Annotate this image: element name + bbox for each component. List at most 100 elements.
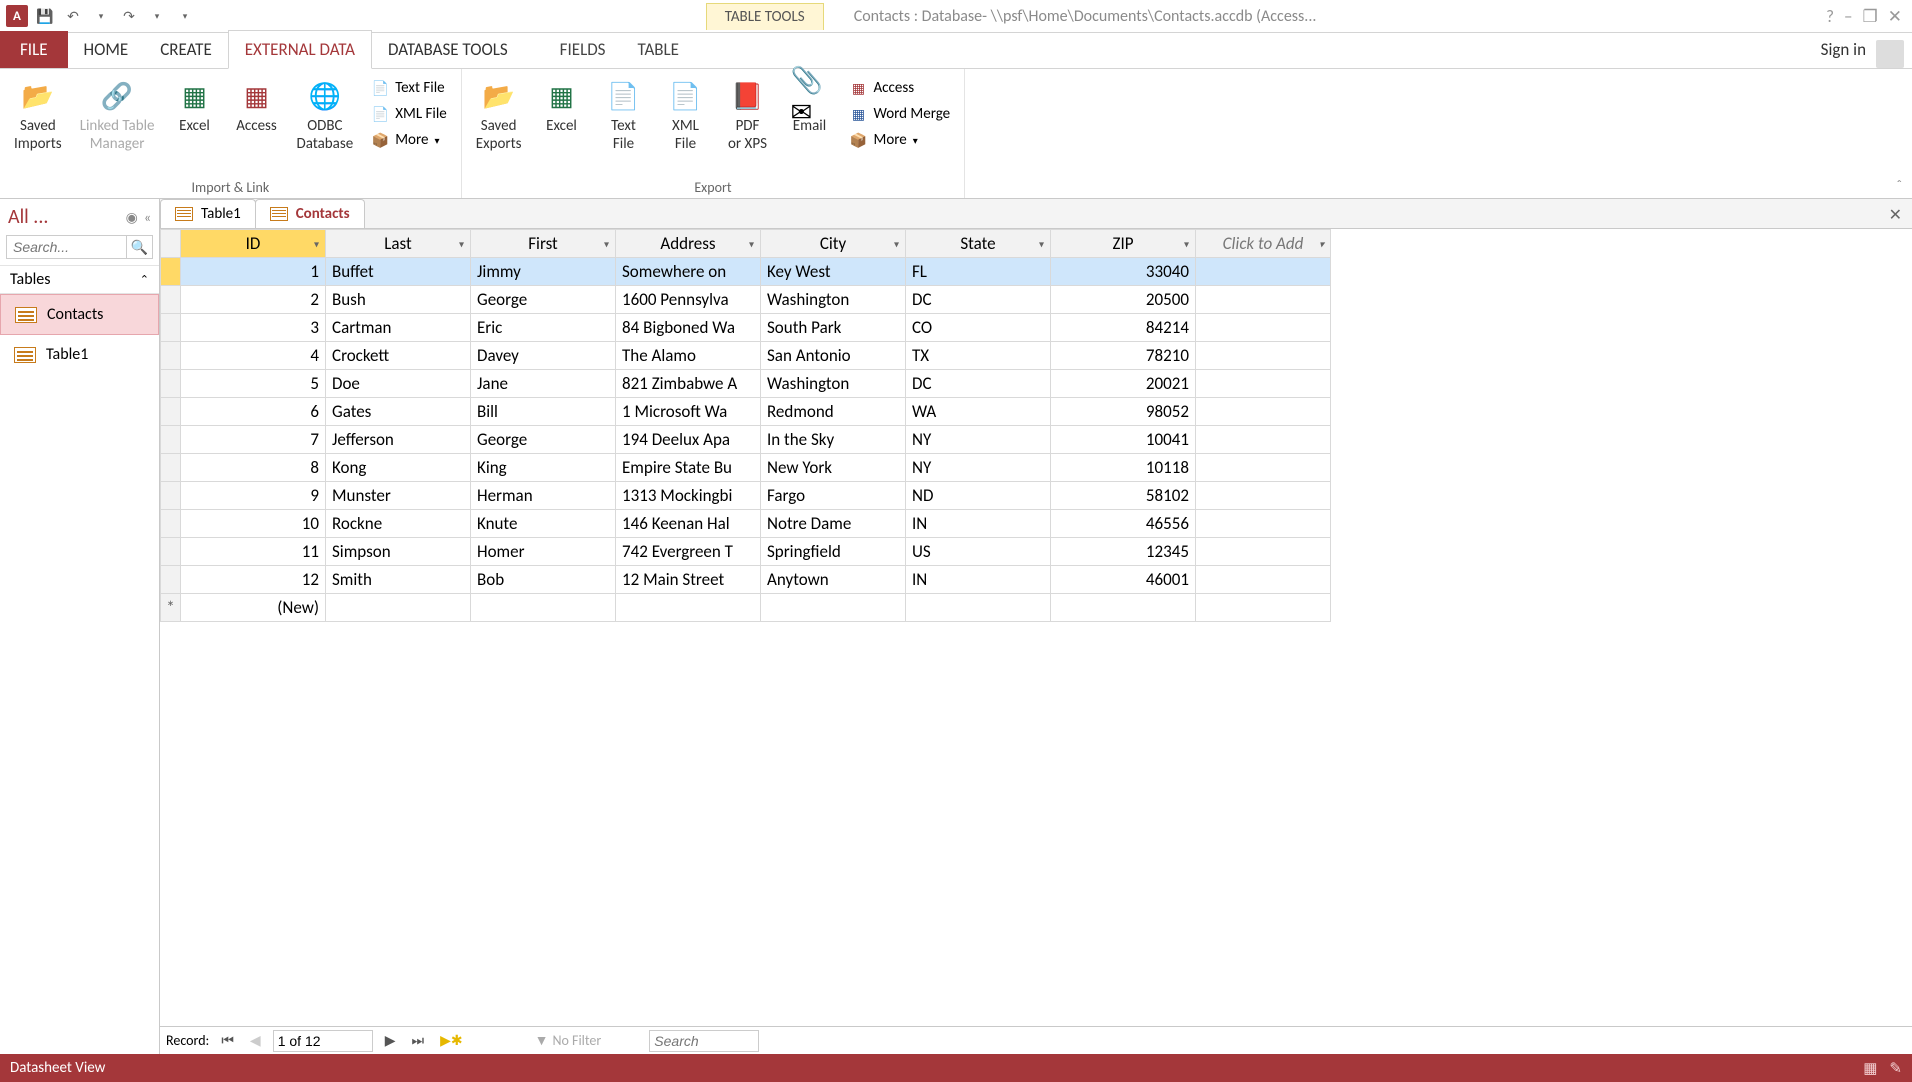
cell[interactable]: TX <box>906 342 1051 370</box>
doc-tab-contacts[interactable]: Contacts <box>255 199 365 228</box>
row-selector[interactable] <box>161 454 181 482</box>
cell[interactable]: 194 Deelux Apa <box>616 426 761 454</box>
cell[interactable]: Davey <box>471 342 616 370</box>
column-header-first[interactable]: First▾ <box>471 230 616 258</box>
cell[interactable]: Gates <box>326 398 471 426</box>
design-view-icon[interactable]: ✎ <box>1889 1059 1902 1078</box>
nav-search-button[interactable]: 🔍 <box>127 235 153 259</box>
cell[interactable]: Cartman <box>326 314 471 342</box>
cell[interactable]: Bush <box>326 286 471 314</box>
add-column-header[interactable]: Click to Add▾ <box>1196 230 1331 258</box>
row-selector[interactable] <box>161 482 181 510</box>
doc-tab-table1[interactable]: Table1 <box>160 199 256 228</box>
cell[interactable]: George <box>471 286 616 314</box>
import-excel-button[interactable]: ▦ Excel <box>167 73 223 139</box>
odbc-database-button[interactable]: 🌐 ODBC Database <box>291 73 360 157</box>
export-excel-button[interactable]: ▦ Excel <box>534 73 590 139</box>
cell[interactable]: 12 <box>181 566 326 594</box>
table-row[interactable]: 5DoeJane821 Zimbabwe AWashingtonDC20021 <box>161 370 1331 398</box>
cell[interactable] <box>1196 398 1331 426</box>
row-selector[interactable] <box>161 286 181 314</box>
cell[interactable]: 1313 Mockingbi <box>616 482 761 510</box>
record-search-input[interactable] <box>649 1030 759 1052</box>
filter-indicator[interactable]: ▼ No Filter <box>535 1032 602 1049</box>
minimize-icon[interactable]: – <box>1844 6 1852 27</box>
user-avatar-icon[interactable] <box>1876 40 1904 68</box>
cell[interactable]: NY <box>906 426 1051 454</box>
new-record-indicator-icon[interactable]: * <box>161 594 181 622</box>
cell[interactable]: ND <box>906 482 1051 510</box>
word-merge-button[interactable]: ▦ Word Merge <box>844 103 957 125</box>
cell[interactable] <box>616 594 761 622</box>
cell[interactable]: 4 <box>181 342 326 370</box>
cell[interactable]: 1 <box>181 258 326 286</box>
cell[interactable]: 12345 <box>1051 538 1196 566</box>
column-header-last[interactable]: Last▾ <box>326 230 471 258</box>
datasheet-grid[interactable]: ID▾Last▾First▾Address▾City▾State▾ZIP▾Cli… <box>160 229 1912 1026</box>
nav-prev-icon[interactable]: ◀ <box>246 1032 265 1049</box>
cell[interactable]: Rockne <box>326 510 471 538</box>
table-row[interactable]: 1BuffetJimmySomewhere on Key WestFL33040 <box>161 258 1331 286</box>
export-more-button[interactable]: 📦 More ▾ <box>844 129 957 151</box>
cell[interactable]: IN <box>906 510 1051 538</box>
saved-imports-button[interactable]: 📂 Saved Imports <box>8 73 68 157</box>
cell[interactable]: Somewhere on <box>616 258 761 286</box>
tab-external-data[interactable]: EXTERNAL DATA <box>228 30 372 69</box>
cell[interactable]: Munster <box>326 482 471 510</box>
nav-last-icon[interactable]: ⏭ <box>407 1032 428 1049</box>
cell[interactable]: 5 <box>181 370 326 398</box>
cell[interactable]: 12 Main Street <box>616 566 761 594</box>
cell[interactable]: Washington <box>761 370 906 398</box>
cell[interactable]: Fargo <box>761 482 906 510</box>
export-access-button[interactable]: ▦ Access <box>844 77 957 99</box>
table-row[interactable]: 9MunsterHerman1313 MockingbiFargoND58102 <box>161 482 1331 510</box>
cell[interactable] <box>1196 286 1331 314</box>
cell[interactable]: FL <box>906 258 1051 286</box>
cell[interactable] <box>1196 482 1331 510</box>
nav-section-tables[interactable]: Tables ⌃ <box>0 265 159 294</box>
row-selector[interactable] <box>161 510 181 538</box>
undo-icon[interactable]: ↶ <box>62 5 84 27</box>
import-text-file-button[interactable]: 📄 Text File <box>365 77 453 99</box>
row-selector[interactable] <box>161 398 181 426</box>
cell[interactable]: Redmond <box>761 398 906 426</box>
export-pdf-button[interactable]: 📕 PDF or XPS <box>720 73 776 157</box>
cell[interactable]: 8 <box>181 454 326 482</box>
table-row[interactable]: 8KongKingEmpire State BuNew YorkNY10118 <box>161 454 1331 482</box>
cell[interactable]: Anytown <box>761 566 906 594</box>
cell[interactable]: 33040 <box>1051 258 1196 286</box>
cell[interactable]: 10041 <box>1051 426 1196 454</box>
cell[interactable]: South Park <box>761 314 906 342</box>
column-dropdown-icon[interactable]: ▾ <box>459 237 464 250</box>
select-all-header[interactable] <box>161 230 181 258</box>
column-dropdown-icon[interactable]: ▾ <box>749 237 754 250</box>
cell[interactable]: 46001 <box>1051 566 1196 594</box>
record-position-input[interactable] <box>273 1030 373 1052</box>
cell[interactable]: Herman <box>471 482 616 510</box>
nav-item-contacts[interactable]: Contacts <box>0 294 159 335</box>
cell[interactable]: 58102 <box>1051 482 1196 510</box>
cell[interactable]: DC <box>906 370 1051 398</box>
cell[interactable]: Knute <box>471 510 616 538</box>
cell[interactable]: 10 <box>181 510 326 538</box>
cell[interactable]: Bill <box>471 398 616 426</box>
cell[interactable]: 7 <box>181 426 326 454</box>
cell[interactable] <box>1196 454 1331 482</box>
cell[interactable]: 6 <box>181 398 326 426</box>
cell[interactable]: Homer <box>471 538 616 566</box>
column-header-city[interactable]: City▾ <box>761 230 906 258</box>
cell[interactable]: IN <box>906 566 1051 594</box>
cell[interactable]: Smith <box>326 566 471 594</box>
cell[interactable]: 11 <box>181 538 326 566</box>
cell[interactable]: Buffet <box>326 258 471 286</box>
cell[interactable]: 2 <box>181 286 326 314</box>
column-header-state[interactable]: State▾ <box>906 230 1051 258</box>
cell[interactable]: 1 Microsoft Wa <box>616 398 761 426</box>
cell[interactable] <box>1196 314 1331 342</box>
tab-table[interactable]: TABLE <box>621 31 695 68</box>
cell[interactable] <box>1196 538 1331 566</box>
cell[interactable]: George <box>471 426 616 454</box>
table-row[interactable]: 10RockneKnute146 Keenan HalNotre DameIN4… <box>161 510 1331 538</box>
row-selector[interactable] <box>161 342 181 370</box>
column-header-id[interactable]: ID▾ <box>181 230 326 258</box>
